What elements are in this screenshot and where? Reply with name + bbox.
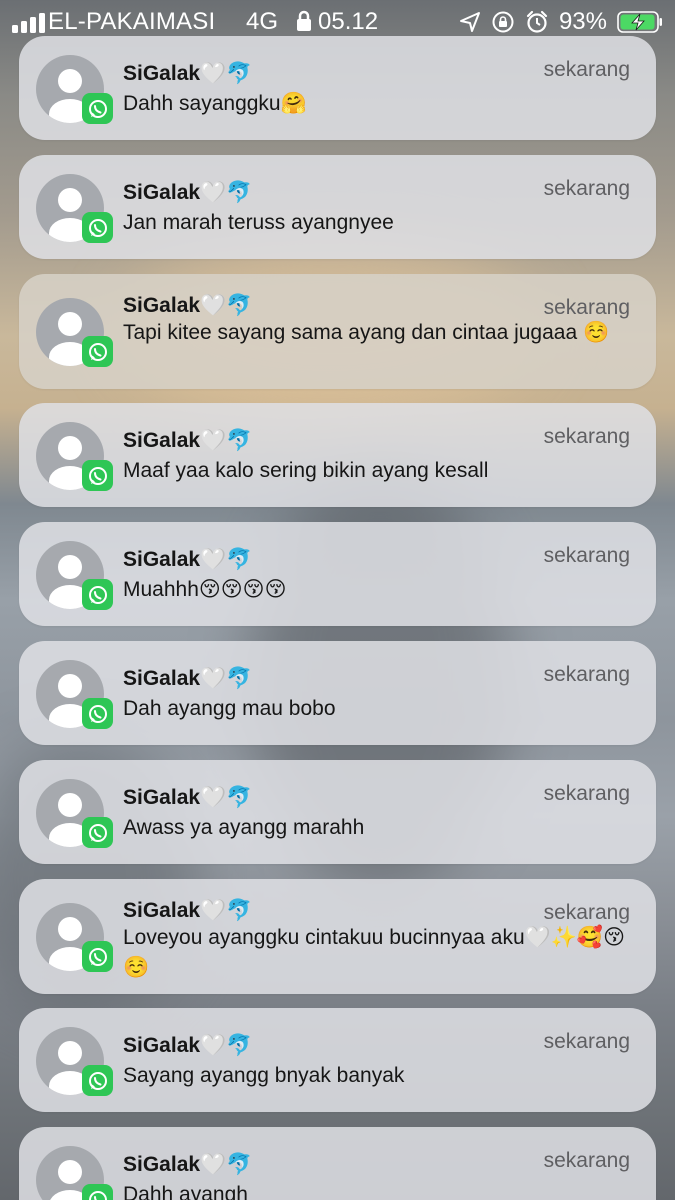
notification-message: Loveyou ayanggku cintakuu bucinnyaa aku🤍… [123, 926, 625, 979]
notification-sender: SiGalak🤍🐬 [123, 667, 253, 690]
whatsapp-icon [82, 212, 113, 243]
signal-strength-icon [12, 13, 45, 33]
notification-card[interactable]: SiGalak🤍🐬 sekarang Loveyou ayanggku cint… [19, 879, 656, 994]
notification-sender: SiGalak🤍🐬 [123, 899, 253, 922]
notification-message: Dahh sayanggku🤗 [123, 92, 307, 115]
whatsapp-icon [82, 460, 113, 491]
whatsapp-icon [82, 941, 113, 972]
notification-sender: SiGalak🤍🐬 [123, 429, 253, 452]
notification-card[interactable]: SiGalak🤍🐬 sekarang Tapi kitee sayang sam… [19, 274, 656, 389]
notification-sender: SiGalak🤍🐬 [123, 181, 253, 204]
notification-message: Maaf yaa kalo sering bikin ayang kesall [123, 459, 489, 482]
whatsapp-icon [82, 1065, 113, 1096]
whatsapp-icon [82, 579, 113, 610]
notification-card[interactable]: SiGalak🤍🐬 sekarang Awass ya ayangg marah… [19, 760, 656, 864]
notification-message: Sayang ayangg bnyak banyak [123, 1064, 405, 1087]
notification-time: sekarang [543, 425, 630, 448]
notification-card[interactable]: SiGalak🤍🐬 sekarang Dahh ayangh [19, 1127, 656, 1200]
notification-card[interactable]: SiGalak🤍🐬 sekarang Dah ayangg mau bobo [19, 641, 656, 745]
notification-message: Muahhh😚😚😚😚 [123, 578, 287, 601]
network-type: 4G [246, 8, 279, 35]
whatsapp-icon [82, 1184, 113, 1200]
notification-time: sekarang [543, 1030, 630, 1053]
alarm-clock-icon [526, 10, 548, 33]
battery-percentage: 93% [558, 8, 607, 35]
notification-time: sekarang [543, 177, 630, 200]
notification-time: sekarang [543, 1149, 630, 1172]
notification-card[interactable]: SiGalak🤍🐬 sekarang Jan marah teruss ayan… [19, 155, 656, 259]
notification-card[interactable]: SiGalak🤍🐬 sekarang Sayang ayangg bnyak b… [19, 1008, 656, 1112]
notification-message: Dah ayangg mau bobo [123, 697, 336, 720]
location-arrow-icon [459, 12, 480, 32]
notification-time: sekarang [543, 663, 630, 686]
whatsapp-icon [82, 93, 113, 124]
notification-sender: SiGalak🤍🐬 [123, 62, 253, 85]
whatsapp-icon [82, 698, 113, 729]
notification-sender: SiGalak🤍🐬 [123, 294, 253, 317]
carrier-name: EL-PAKAIMASI [48, 8, 216, 35]
notification-message: Jan marah teruss ayangnyee [123, 211, 394, 234]
notification-card[interactable]: SiGalak🤍🐬 sekarang Muahhh😚😚😚😚 [19, 522, 656, 626]
notification-message: Dahh ayangh [123, 1183, 248, 1200]
notification-message: Awass ya ayangg marahh [123, 816, 365, 839]
whatsapp-icon [82, 336, 113, 367]
notification-message: Tapi kitee sayang sama ayang dan cintaa … [123, 321, 610, 344]
notification-time: sekarang [543, 58, 630, 81]
notification-time: sekarang [543, 296, 630, 319]
notification-time: sekarang [543, 544, 630, 567]
notification-sender: SiGalak🤍🐬 [123, 786, 253, 809]
lock-icon [297, 10, 311, 31]
whatsapp-icon [82, 817, 113, 848]
notification-sender: SiGalak🤍🐬 [123, 548, 253, 571]
rotation-lock-icon [492, 11, 514, 33]
battery-charging-icon [617, 11, 662, 33]
notification-card[interactable]: SiGalak🤍🐬 sekarang Dahh sayanggku🤗 [19, 36, 656, 140]
clock-time: 05.12 [318, 8, 379, 35]
notification-time: sekarang [543, 782, 630, 805]
notification-sender: SiGalak🤍🐬 [123, 1034, 253, 1057]
notification-time: sekarang [543, 901, 630, 924]
notification-card[interactable]: SiGalak🤍🐬 sekarang Maaf yaa kalo sering … [19, 403, 656, 507]
notification-sender: SiGalak🤍🐬 [123, 1153, 253, 1176]
